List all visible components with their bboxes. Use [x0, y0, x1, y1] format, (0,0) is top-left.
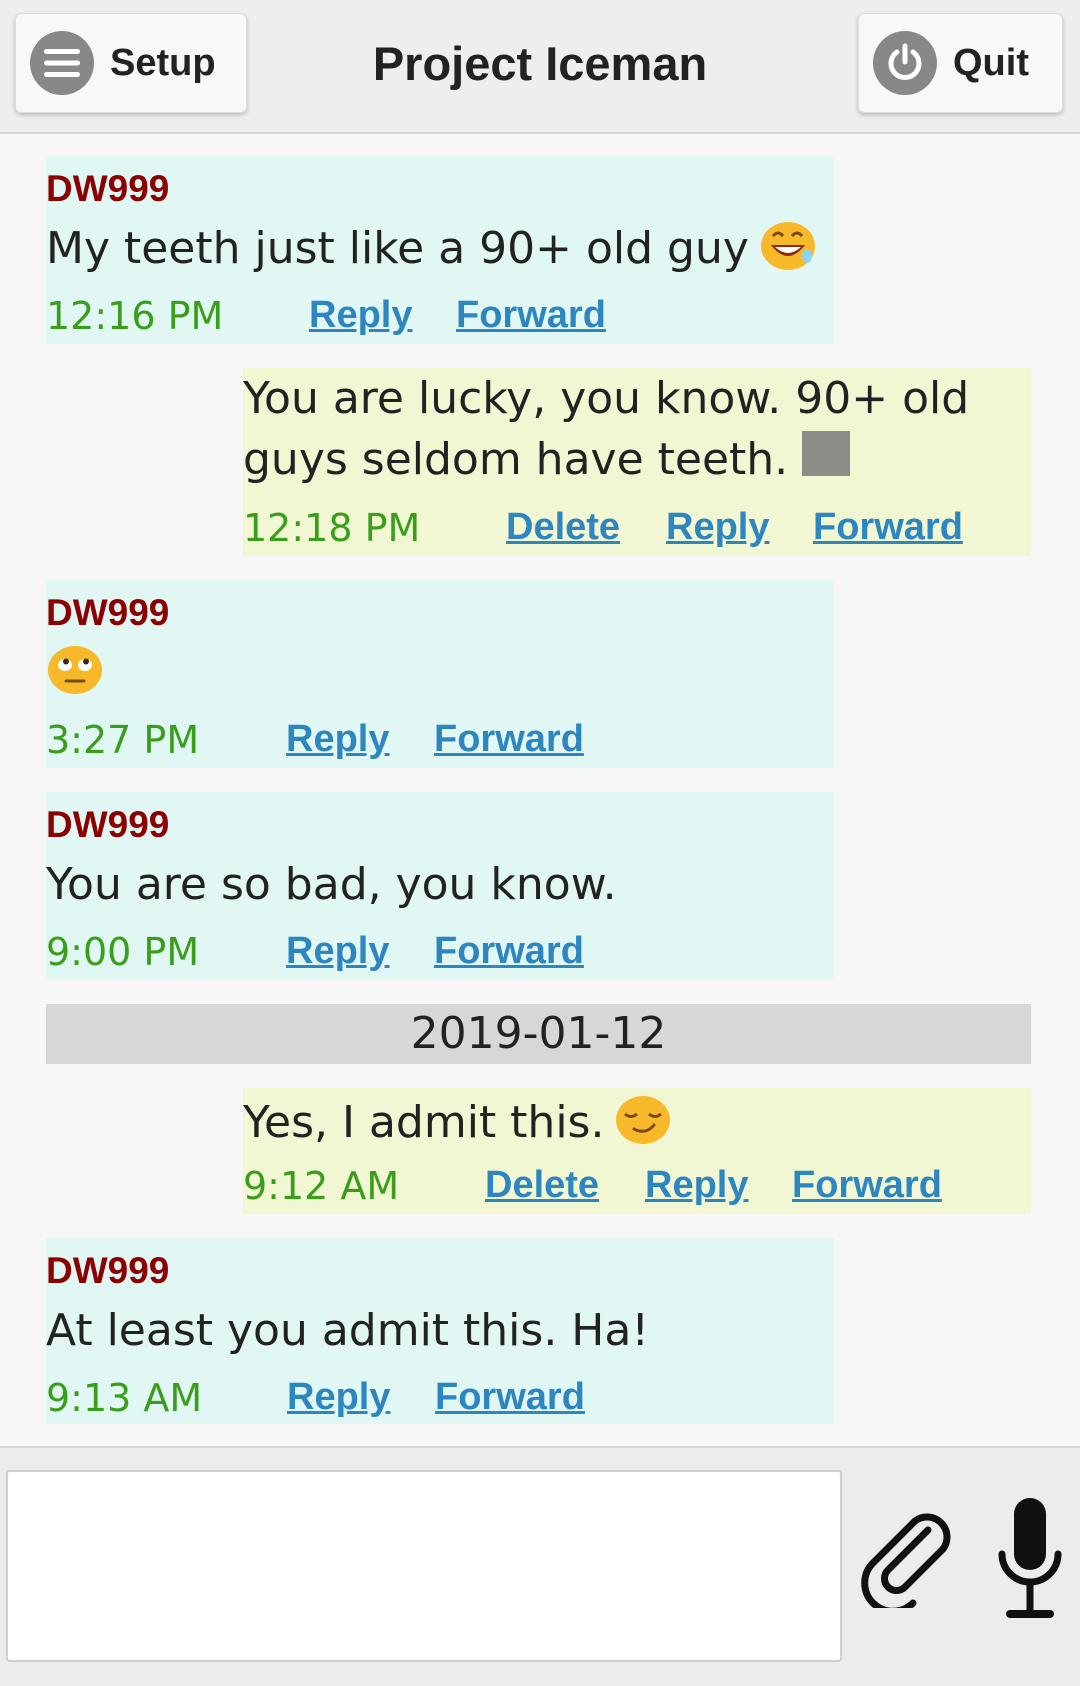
reply-link[interactable]: Reply [286, 930, 389, 973]
forward-link[interactable]: Forward [434, 718, 584, 761]
unrendered-glyph-box [802, 431, 851, 476]
reply-link[interactable]: Reply [287, 1376, 390, 1419]
message-text-line-2: guys seldom have teeth. [243, 429, 1021, 490]
message-text-row: Yes, I admit this. [243, 1092, 1021, 1153]
page-title: Project Iceman [372, 37, 708, 90]
message-time: 12:16 PM [46, 294, 224, 338]
microphone-icon[interactable] [994, 1496, 1066, 1624]
eye-roll-emoji [48, 646, 102, 694]
message-incoming: DW999 You are so bad, you know. 9:00 PM … [46, 792, 834, 980]
smirk-emoji [616, 1096, 671, 1144]
message-time: 3:27 PM [46, 718, 200, 762]
message-text: Yes, I admit this. [243, 1097, 605, 1148]
setup-label: Setup [110, 41, 216, 84]
composer-bar [0, 1446, 1080, 1686]
forward-link[interactable]: Forward [456, 294, 606, 337]
message-text: At least you admit this. Ha! [46, 1305, 649, 1356]
forward-link[interactable]: Forward [435, 1376, 585, 1419]
delete-link[interactable]: Delete [506, 506, 620, 549]
power-icon [873, 31, 937, 95]
message-incoming: DW999 3:27 PM Reply Forward [46, 580, 834, 768]
message-text-line: You are lucky, you know. 90+ old [243, 373, 970, 424]
reply-link[interactable]: Reply [666, 506, 769, 549]
quit-label: Quit [953, 41, 1029, 84]
message-input[interactable] [6, 1470, 842, 1662]
menu-icon [30, 31, 94, 95]
message-time: 12:18 PM [243, 506, 421, 550]
message-sender: DW999 [46, 804, 170, 845]
message-time: 9:13 AM [46, 1376, 203, 1420]
message-text-row: My teeth just like a 90+ old guy [46, 218, 824, 279]
reply-link[interactable]: Reply [645, 1164, 748, 1207]
forward-link[interactable]: Forward [813, 506, 963, 549]
message-outgoing: Yes, I admit this. 9:12 AM Delete Reply … [243, 1088, 1031, 1214]
quit-button[interactable]: Quit [858, 13, 1063, 113]
grinning-sweat-emoji [760, 222, 815, 270]
message-incoming: DW999 At least you admit this. Ha! 9:13 … [46, 1238, 834, 1424]
setup-button[interactable]: Setup [15, 13, 247, 113]
message-text-row [46, 642, 824, 703]
message-sender: DW999 [46, 1250, 170, 1291]
date-separator: 2019-01-12 [46, 1004, 1031, 1064]
reply-link[interactable]: Reply [286, 718, 389, 761]
message-sender: DW999 [46, 592, 170, 633]
message-incoming: DW999 My teeth just like a 90+ old guy 1… [46, 156, 834, 344]
app-header: Setup Project Iceman Quit [0, 0, 1080, 134]
message-time: 9:00 PM [46, 930, 200, 974]
message-text: My teeth just like a 90+ old guy [46, 223, 749, 274]
message-text-row: You are lucky, you know. 90+ old guys se… [243, 368, 1021, 490]
message-sender: DW999 [46, 168, 170, 209]
reply-link[interactable]: Reply [309, 294, 412, 337]
message-text: You are so bad, you know. [46, 859, 617, 910]
delete-link[interactable]: Delete [485, 1164, 599, 1207]
forward-link[interactable]: Forward [792, 1164, 942, 1207]
message-time: 9:12 AM [243, 1164, 400, 1208]
forward-link[interactable]: Forward [434, 930, 584, 973]
message-text-line: guys seldom have teeth. [243, 434, 789, 485]
paperclip-icon[interactable] [858, 1508, 958, 1608]
message-outgoing: You are lucky, you know. 90+ old guys se… [243, 368, 1031, 556]
